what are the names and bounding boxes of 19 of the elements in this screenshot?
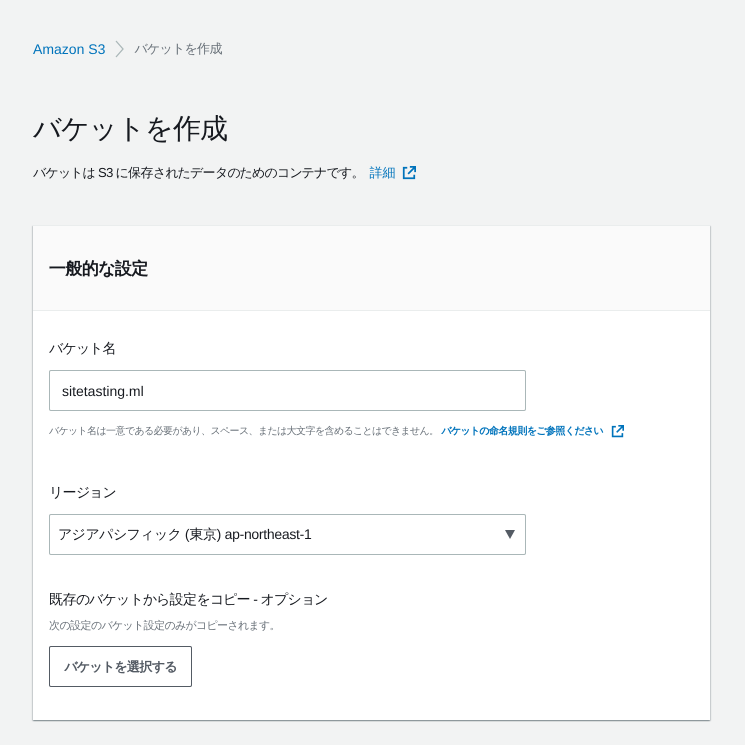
field-hint: バケット名は一意である必要があり、スペース、または大文字を含めることはできません。 [49, 424, 438, 438]
chevron-icon [115, 40, 124, 58]
breadcrumb-link[interactable]: Amazon S3 [33, 41, 106, 57]
region-select[interactable]: アジアパシフィック (東京) ap-northeast-1 [49, 514, 526, 555]
caret-icon [505, 530, 515, 539]
naming-rules-link[interactable]: バケットの命名規則をご参照ください [442, 424, 624, 438]
external-link-icon [611, 424, 624, 438]
field-label: リージョン [49, 483, 116, 502]
breadcrumb-current: バケットを作成 [134, 40, 222, 58]
field-description: 次の設定のバケット設定のみがコピーされます。 [49, 618, 280, 634]
bucket-name-field[interactable]: sitetasting.ml [49, 370, 526, 411]
choose-bucket-button[interactable]: バケットを選択する [49, 646, 192, 687]
panel-title: 一般的な設定 [49, 258, 148, 280]
page-title: バケットを作成 [33, 112, 227, 146]
field-label: バケット名 [49, 339, 116, 358]
field-label: 既存のバケットから設定をコピー - オプション [49, 590, 328, 609]
info-link[interactable]: 詳細 [370, 164, 416, 182]
page-description: バケットは S3 に保存されたデータのためのコンテナです。 [33, 164, 364, 182]
external-link-icon [402, 166, 416, 180]
